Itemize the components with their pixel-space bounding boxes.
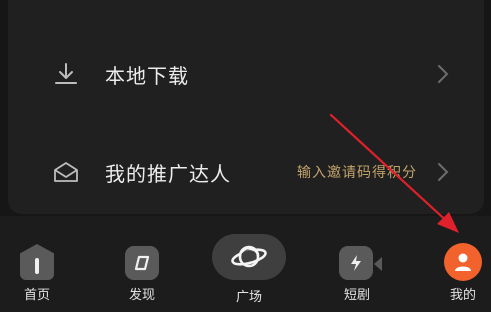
tab-short-drama[interactable]: 短剧 <box>320 216 394 312</box>
download-icon <box>52 60 80 88</box>
menu-item-promoter[interactable]: 我的推广达人 输入邀请码得积分 <box>8 142 484 202</box>
tab-label: 首页 <box>23 288 50 303</box>
tab-mine[interactable]: 我的 <box>426 216 491 312</box>
chevron-right-icon <box>436 162 450 182</box>
tab-label: 广场 <box>235 290 262 305</box>
home-icon <box>20 244 54 280</box>
tab-discover[interactable]: 发现 <box>105 216 179 312</box>
tab-label: 发现 <box>128 288 155 303</box>
bottom-tab-bar: 首页 发现 广场 短剧 我的 <box>0 216 491 312</box>
camera-notch-shape <box>374 257 382 271</box>
menu-item-local-download[interactable]: 本地下载 <box>8 44 484 104</box>
invite-code-hint: 输入邀请码得积分 <box>297 165 417 181</box>
tab-label: 我的 <box>449 288 476 303</box>
tab-home[interactable]: 首页 <box>0 216 74 312</box>
compass-icon <box>125 246 159 280</box>
short-drama-icon <box>338 246 373 280</box>
envelope-icon <box>52 158 80 186</box>
chevron-right-icon <box>436 64 450 84</box>
tab-square[interactable]: 广场 <box>212 216 286 312</box>
tab-label: 短剧 <box>343 288 370 303</box>
menu-item-label: 我的推广达人 <box>105 161 231 186</box>
planet-icon <box>212 234 286 280</box>
menu-item-label: 本地下载 <box>105 63 189 88</box>
user-icon <box>444 243 482 281</box>
